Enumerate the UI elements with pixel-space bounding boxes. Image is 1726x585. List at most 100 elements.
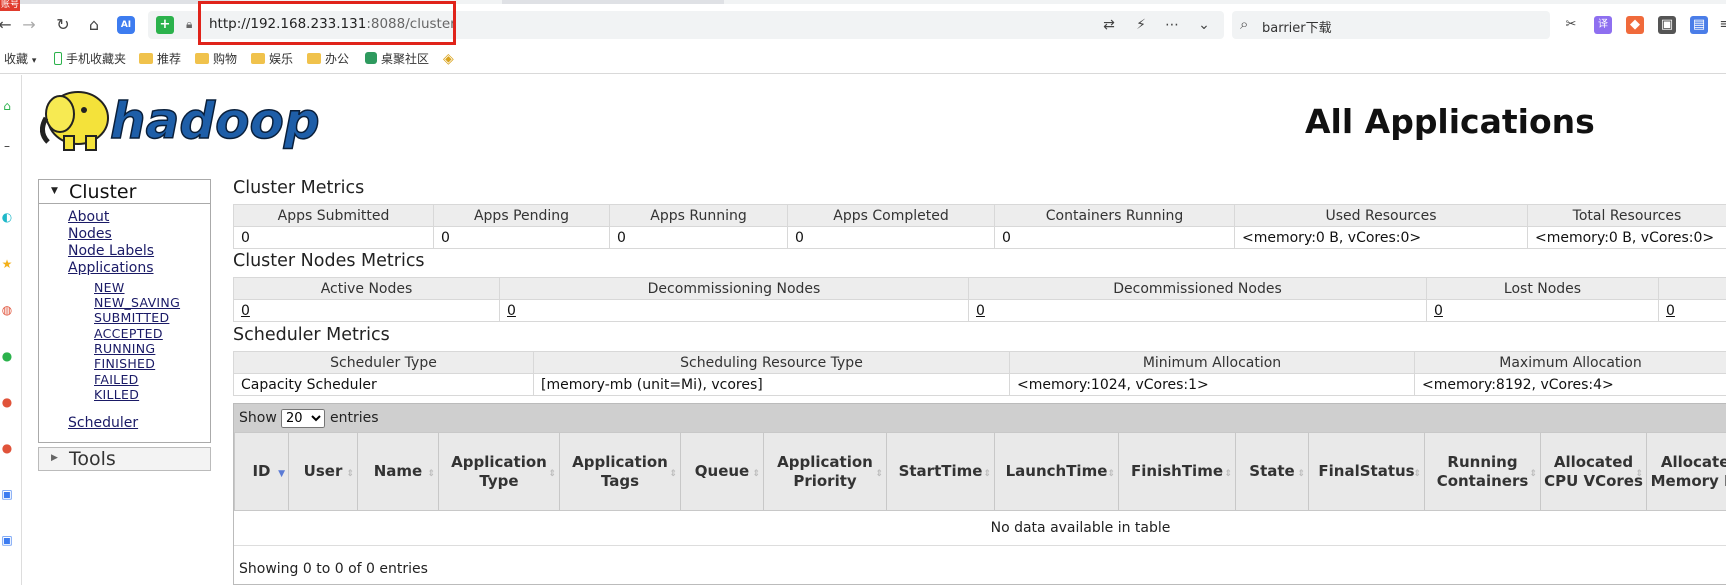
nav-link-running[interactable]: RUNNING	[94, 341, 155, 356]
cluster-section-header[interactable]: ▼ Cluster	[39, 180, 210, 204]
translate-icon[interactable]: ⇄	[1099, 16, 1119, 34]
nav-link-nodes[interactable]: Nodes	[68, 226, 112, 242]
folder-icon	[307, 53, 321, 64]
back-icon[interactable]: ←	[0, 14, 16, 36]
reload-icon[interactable]: ↻	[52, 14, 74, 36]
decommissioning-nodes-link[interactable]: 0	[499, 299, 969, 322]
forward-icon[interactable]: →	[18, 14, 40, 36]
bookmark-mobile[interactable]: 手机收藏夹	[54, 50, 126, 68]
app-icon[interactable]: ●	[0, 439, 14, 457]
lost-nodes-link[interactable]: 0	[1426, 299, 1659, 322]
column-header-queue[interactable]: Queue ⇕	[680, 432, 764, 511]
bookmark-folder-entertainment[interactable]: 娱乐	[251, 50, 293, 68]
shield-icon[interactable]: +	[156, 16, 174, 34]
nav-link-new[interactable]: NEW	[94, 280, 125, 295]
translate-extension-icon[interactable]: 译	[1594, 16, 1612, 34]
column-header: Decommissioned Nodes	[968, 277, 1427, 300]
reader-icon[interactable]: ▣	[1658, 16, 1676, 34]
home-icon[interactable]: ⌂	[0, 97, 14, 115]
column-header-running-containers[interactable]: Running Containers ⇕	[1424, 432, 1541, 511]
column-header-allocated-memory[interactable]: Allocated Memory MB	[1646, 432, 1726, 511]
game-icon[interactable]: ◆	[1626, 16, 1644, 34]
table-cell: 0	[609, 226, 788, 249]
dash-icon[interactable]: –	[0, 137, 14, 155]
active-nodes-link[interactable]: 0	[233, 299, 500, 322]
chevron-down-icon[interactable]: ⌄	[1194, 16, 1214, 34]
table-cell: [memory-mb (unit=Mi), vcores]	[533, 373, 1010, 396]
sort-icon: ⇕	[1224, 469, 1232, 479]
browser-window: { "browser": { "corner_badge": "账号", "ur…	[0, 0, 1726, 585]
nav-link-scheduler[interactable]: Scheduler	[68, 415, 138, 431]
sort-icon: ⇕	[875, 469, 883, 479]
column-header-application-priority[interactable]: Application Priority ⇕	[763, 432, 887, 511]
column-header-final-status[interactable]: FinalStatus ⇕	[1308, 432, 1425, 511]
bookmark-favorites[interactable]: 收藏 ▾	[4, 50, 36, 70]
star-icon[interactable]: ★	[0, 255, 14, 273]
column-header: Total Resources	[1527, 204, 1726, 227]
binance-icon[interactable]: ◈	[443, 50, 454, 68]
elephant-logo-icon: hadoop	[40, 91, 320, 151]
home-icon[interactable]: ⌂	[83, 14, 105, 36]
column-header: Apps Pending	[433, 204, 610, 227]
column-header-application-type[interactable]: Application Type ⇕	[438, 432, 560, 511]
app-icon[interactable]: ▣	[0, 485, 14, 503]
ai-assistant-icon[interactable]: AI	[117, 16, 135, 34]
sort-icon: ⇕	[983, 469, 991, 479]
page-size-select[interactable]: 20	[281, 409, 325, 428]
column-header-application-tags[interactable]: Application Tags ⇕	[559, 432, 681, 511]
nodes-metrics-table: Active Nodes Decommissioning Nodes Decom…	[233, 277, 1726, 322]
lightning-icon[interactable]: ⚡︎	[1131, 16, 1151, 34]
app-icon[interactable]: ◍	[0, 301, 14, 319]
column-header-name[interactable]: Name ⇕	[357, 432, 439, 511]
bookmark-label: 桌聚社区	[381, 52, 430, 66]
menu-icon[interactable]: ≡	[1716, 16, 1726, 34]
tools-section-header[interactable]: ▶ Tools	[38, 447, 211, 471]
account-badge[interactable]: 账号	[0, 0, 20, 11]
column-header-user[interactable]: User ⇕	[288, 432, 358, 511]
bookmark-folder-shopping[interactable]: 购物	[195, 50, 237, 68]
nav-link-about[interactable]: About	[68, 209, 109, 225]
nav-link-applications[interactable]: Applications	[68, 260, 154, 276]
app-icon[interactable]: ●	[0, 393, 14, 411]
decommissioned-nodes-link[interactable]: 0	[968, 299, 1427, 322]
expand-icon: ▼	[51, 186, 58, 196]
column-header-allocated-vcores[interactable]: Allocated CPU VCores ⇕	[1540, 432, 1647, 511]
scissors-icon[interactable]: ✂	[1562, 16, 1580, 34]
app-icon[interactable]: ▣	[0, 531, 14, 549]
bookmark-folder-recommend[interactable]: 推荐	[139, 50, 181, 68]
bookmark-label: 收藏	[4, 52, 29, 66]
nav-link-submitted[interactable]: SUBMITTED	[94, 310, 169, 325]
nav-link-killed[interactable]: KILLED	[94, 387, 139, 402]
column-header-state[interactable]: State ⇕	[1235, 432, 1309, 511]
search-box[interactable]: ⌕ barrier下载	[1232, 11, 1550, 39]
sort-icon: ⇕	[752, 469, 760, 479]
bookmark-folder-office[interactable]: 办公	[307, 50, 349, 68]
nav-link-new-saving[interactable]: NEW_SAVING	[94, 295, 180, 310]
nav-link-failed[interactable]: FAILED	[94, 372, 139, 387]
column-header-start-time[interactable]: StartTime ⇕	[886, 432, 995, 511]
column-header-finish-time[interactable]: FinishTime ⇕	[1118, 432, 1236, 511]
column-label: Running Containers	[1436, 452, 1529, 490]
column-header-id[interactable]: ID ▼	[234, 432, 289, 511]
nodes-link[interactable]: 0	[1658, 299, 1726, 322]
app-icon[interactable]: ◐	[0, 208, 14, 226]
nav-link-finished[interactable]: FINISHED	[94, 356, 155, 371]
lock-icon[interactable]: 🔒︎	[186, 17, 198, 32]
table-cell: 0	[233, 226, 434, 249]
collection-icon[interactable]: ▤	[1690, 16, 1708, 34]
app-icon[interactable]: ●	[0, 347, 14, 365]
side-rail: ⌂ – ◐ ★ ◍ ● ● ● ▣ ▣	[0, 75, 22, 585]
folder-icon	[251, 53, 265, 64]
bookmark-site[interactable]: 桌聚社区	[365, 50, 429, 68]
nav-link-accepted[interactable]: ACCEPTED	[94, 326, 163, 341]
sort-icon: ⇕	[1635, 469, 1643, 479]
column-header: Lost Nodes	[1426, 277, 1659, 300]
cluster-label: Cluster	[69, 181, 137, 203]
column-label: FinishTime	[1131, 462, 1223, 480]
more-icon[interactable]: ⋯	[1162, 16, 1182, 34]
empty-table-message: No data available in table	[234, 510, 1726, 546]
column-header-launch-time[interactable]: LaunchTime ⇕	[994, 432, 1119, 511]
nav-link-node-labels[interactable]: Node Labels	[68, 243, 154, 259]
column-label: Application Priority	[777, 452, 873, 490]
table-length-control: Show 20 entries	[234, 404, 1726, 432]
